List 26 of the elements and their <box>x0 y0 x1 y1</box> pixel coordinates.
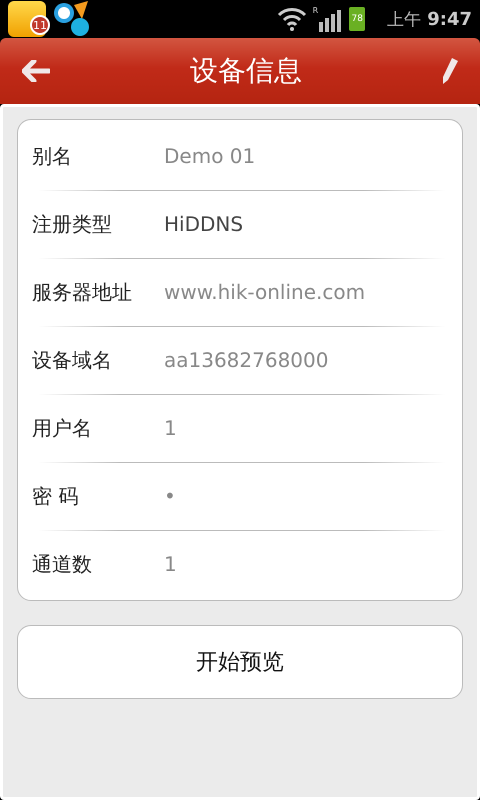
field-label: 注册类型 <box>32 210 113 238</box>
notification-badge: 11 <box>30 15 50 35</box>
field-label: 设备域名 <box>32 346 113 374</box>
field-value[interactable]: 1 <box>164 416 177 440</box>
battery-icon: 78 <box>349 7 366 31</box>
field-value[interactable]: aa13682768000 <box>164 348 328 372</box>
roaming-label: R <box>312 6 318 15</box>
field-label: 用户名 <box>32 414 93 442</box>
field-value[interactable]: HiDDNS <box>164 212 244 236</box>
field-label: 服务器地址 <box>32 278 133 306</box>
start-preview-button[interactable]: 开始预览 <box>17 625 463 699</box>
pencil-icon[interactable] <box>442 58 458 84</box>
wifi-icon <box>276 7 307 31</box>
chat-notification-icon <box>52 1 92 37</box>
field-label: 密 码 <box>32 482 80 510</box>
time-period: 上午 <box>387 8 422 30</box>
clock-time: 9:47 <box>427 8 472 30</box>
field-value[interactable]: Demo 01 <box>164 144 256 168</box>
field-label: 别名 <box>32 142 73 170</box>
signal-icon <box>319 10 344 32</box>
field-value[interactable]: • <box>164 484 176 508</box>
page-title: 设备信息 <box>190 53 302 89</box>
field-value[interactable]: 1 <box>164 552 177 576</box>
field-label: 通道数 <box>32 550 93 578</box>
back-arrow-icon[interactable] <box>22 60 50 82</box>
field-value[interactable]: www.hik-online.com <box>164 280 366 304</box>
